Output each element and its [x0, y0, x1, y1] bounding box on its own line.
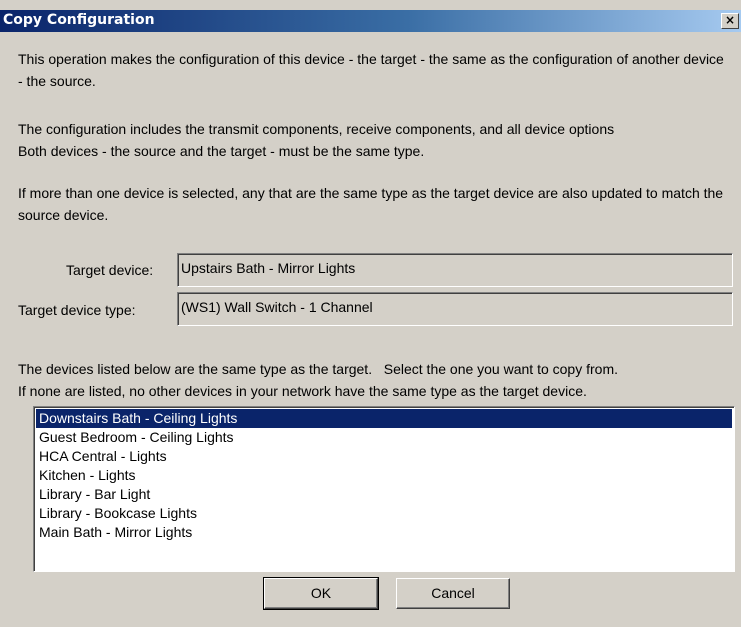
cancel-button[interactable]: Cancel: [396, 578, 510, 609]
list-instructions-line-2: If none are listed, no other devices in …: [18, 383, 587, 399]
close-icon: ×: [724, 13, 736, 27]
list-item[interactable]: Kitchen - Lights: [36, 466, 732, 485]
list-item[interactable]: Main Bath - Mirror Lights: [36, 523, 732, 542]
list-item[interactable]: Downstairs Bath - Ceiling Lights: [36, 409, 732, 428]
list-item[interactable]: Library - Bookcase Lights: [36, 504, 732, 523]
description-paragraph-1: This operation makes the configuration o…: [18, 51, 724, 89]
close-button[interactable]: ×: [721, 13, 739, 29]
window-title: Copy Configuration: [3, 12, 155, 28]
description-paragraph-2: The configuration includes the transmit …: [18, 118, 730, 162]
target-device-label: Target device:: [66, 262, 154, 278]
list-item[interactable]: HCA Central - Lights: [36, 447, 732, 466]
list-item[interactable]: Library - Bar Light: [36, 485, 732, 504]
description-paragraph-2-line-1: The configuration includes the transmit …: [18, 121, 615, 137]
list-instructions-line-1: The devices listed below are the same ty…: [18, 361, 618, 377]
target-device-field: Upstairs Bath - Mirror Lights: [177, 253, 733, 287]
copy-configuration-dialog: Copy Configuration × This operation make…: [0, 0, 741, 627]
list-instructions: The devices listed below are the same ty…: [18, 358, 738, 402]
target-device-type-label: Target device type:: [18, 302, 136, 318]
description-paragraph-2-line-2: Both devices - the source and the target…: [18, 143, 425, 159]
target-device-type-field: (WS1) Wall Switch - 1 Channel: [177, 292, 733, 326]
list-item[interactable]: Guest Bedroom - Ceiling Lights: [36, 428, 732, 447]
ok-button[interactable]: OK: [263, 577, 379, 610]
title-bar[interactable]: Copy Configuration ×: [0, 10, 741, 32]
source-device-listbox[interactable]: Downstairs Bath - Ceiling Lights Guest Be…: [33, 406, 735, 572]
description-paragraph-3: If more than one device is selected, any…: [18, 185, 724, 223]
